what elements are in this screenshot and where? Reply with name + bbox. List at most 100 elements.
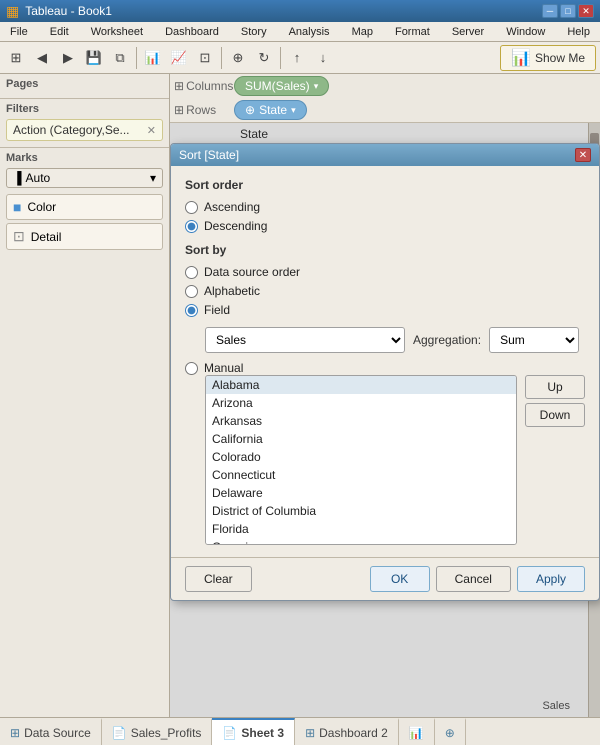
field-select[interactable]: Sales xyxy=(205,327,405,353)
marks-section: Marks ▐ Auto ▾ ■ Color ⊡ Detail xyxy=(0,148,169,257)
rows-pill[interactable]: ⊕ State ▾ xyxy=(234,100,307,120)
dialog-footer: Clear OK Cancel Apply xyxy=(171,557,599,600)
state-alabama[interactable]: Alabama xyxy=(206,376,516,394)
detail-mark-card[interactable]: ⊡ Detail xyxy=(6,223,163,250)
state-arizona[interactable]: Arizona xyxy=(206,394,516,412)
show-me-chart-icon: 📊 xyxy=(511,48,531,68)
field-radio[interactable] xyxy=(185,304,198,317)
bar-icon: ▐ xyxy=(13,171,22,185)
ascending-option[interactable]: Ascending xyxy=(185,200,585,214)
new-sheet-button[interactable]: ⊕ xyxy=(226,46,250,70)
state-florida[interactable]: Florida xyxy=(206,520,516,538)
marks-type-button[interactable]: ▐ Auto ▾ xyxy=(6,168,163,188)
maximize-button[interactable]: □ xyxy=(560,4,576,18)
refresh-button[interactable]: ↻ xyxy=(252,46,276,70)
state-district-of-columbia[interactable]: District of Columbia xyxy=(206,502,516,520)
data-source-icon: ⊞ xyxy=(10,726,20,740)
filter-item[interactable]: Action (Category,Se... ✕ xyxy=(6,119,163,141)
state-california[interactable]: California xyxy=(206,430,516,448)
menu-format[interactable]: Format xyxy=(389,24,436,40)
state-georgia[interactable]: Georgia xyxy=(206,538,516,545)
data-source-option[interactable]: Data source order xyxy=(185,265,585,279)
menu-edit[interactable]: Edit xyxy=(44,24,75,40)
detail-label: Detail xyxy=(31,230,62,244)
filters-title: Filters xyxy=(6,103,163,115)
state-colorado[interactable]: Colorado xyxy=(206,448,516,466)
forward-button[interactable]: ▶ xyxy=(56,46,80,70)
apply-button[interactable]: Apply xyxy=(517,566,585,592)
state-arkansas[interactable]: Arkansas xyxy=(206,412,516,430)
menu-window[interactable]: Window xyxy=(500,24,551,40)
state-delaware[interactable]: Delaware xyxy=(206,484,516,502)
menu-help[interactable]: Help xyxy=(561,24,596,40)
menu-dashboard[interactable]: Dashboard xyxy=(159,24,225,40)
descending-radio[interactable] xyxy=(185,220,198,233)
aggregation-label: Aggregation: xyxy=(413,333,481,347)
aggregation-select[interactable]: Sum Count Average Min Max xyxy=(489,327,579,353)
up-button[interactable]: Up xyxy=(525,375,585,399)
ascending-radio[interactable] xyxy=(185,201,198,214)
alphabetic-radio[interactable] xyxy=(185,285,198,298)
rows-label: ⊞ Rows xyxy=(174,103,234,117)
scatter-button[interactable]: ⊡ xyxy=(193,46,217,70)
add-sheet-icon: 📊 xyxy=(409,726,424,740)
dialog-close-button[interactable]: ✕ xyxy=(575,148,591,162)
menu-server[interactable]: Server xyxy=(446,24,490,40)
save-button[interactable]: 💾 xyxy=(82,46,106,70)
menu-worksheet[interactable]: Worksheet xyxy=(85,24,149,40)
sort-order-title: Sort order xyxy=(185,178,585,192)
app-title: Tableau - Book1 xyxy=(25,4,112,18)
main-layout: Pages Filters Action (Category,Se... ✕ M… xyxy=(0,74,600,717)
menu-file[interactable]: File xyxy=(4,24,34,40)
manual-option[interactable]: Manual xyxy=(185,361,585,375)
line-chart-button[interactable]: 📈 xyxy=(167,46,191,70)
down-button[interactable]: Down xyxy=(525,403,585,427)
state-listbox[interactable]: Alabama Arizona Arkansas California Colo… xyxy=(205,375,517,545)
ascending-label: Ascending xyxy=(204,200,260,214)
tab-dashboard2[interactable]: ⊞ Dashboard 2 xyxy=(295,718,399,745)
columns-pill[interactable]: SUM(Sales) ▾ xyxy=(234,76,329,96)
clear-button[interactable]: Clear xyxy=(185,566,252,592)
menu-story[interactable]: Story xyxy=(235,24,273,40)
cancel-button[interactable]: Cancel xyxy=(436,566,511,592)
filter-close-icon[interactable]: ✕ xyxy=(147,124,156,137)
tab-add-dashboard[interactable]: ⊕ xyxy=(435,718,466,745)
data-source-radio[interactable] xyxy=(185,266,198,279)
show-me-label: Show Me xyxy=(535,51,585,65)
menu-analysis[interactable]: Analysis xyxy=(283,24,336,40)
minimize-button[interactable]: ─ xyxy=(542,4,558,18)
menu-map[interactable]: Map xyxy=(346,24,379,40)
columns-label: ⊞ Columns xyxy=(174,79,234,93)
dialog-body: Sort order Ascending Descending xyxy=(171,166,599,557)
rows-pill-icon: ⊕ xyxy=(245,103,255,117)
tab-sheet3[interactable]: 📄 Sheet 3 xyxy=(212,718,295,745)
alphabetic-option[interactable]: Alphabetic xyxy=(185,284,585,298)
title-bar: ▦ Tableau - Book1 ─ □ ✕ xyxy=(0,0,600,22)
close-button[interactable]: ✕ xyxy=(578,4,594,18)
footer-left: Clear xyxy=(185,566,252,592)
duplicate-button[interactable]: ⧉ xyxy=(108,46,132,70)
manual-radio[interactable] xyxy=(185,362,198,375)
footer-right: OK Cancel Apply xyxy=(370,566,585,592)
up-down-buttons: Up Down xyxy=(525,375,585,427)
state-connecticut[interactable]: Connecticut xyxy=(206,466,516,484)
tab-add-sheet[interactable]: 📊 xyxy=(399,718,435,745)
sort-desc-button[interactable]: ↓ xyxy=(311,46,335,70)
columns-row: ⊞ Columns SUM(Sales) ▾ xyxy=(170,74,600,98)
ok-button[interactable]: OK xyxy=(370,566,430,592)
show-me-button[interactable]: 📊 Show Me xyxy=(500,45,596,71)
bar-chart-button[interactable]: 📊 xyxy=(141,46,165,70)
sort-by-group: Data source order Alphabetic Field xyxy=(185,265,585,317)
app-icon: ▦ xyxy=(6,3,19,20)
filter-text: Action (Category,Se... xyxy=(13,123,130,137)
tab-sheet3-label: Sheet 3 xyxy=(241,726,284,740)
tab-data-source-label: Data Source xyxy=(24,726,91,740)
field-option[interactable]: Field xyxy=(185,303,585,317)
color-mark-card[interactable]: ■ Color xyxy=(6,194,163,220)
descending-option[interactable]: Descending xyxy=(185,219,585,233)
back-button[interactable]: ◀ xyxy=(30,46,54,70)
sort-asc-button[interactable]: ↑ xyxy=(285,46,309,70)
grid-icon[interactable]: ⊞ xyxy=(4,46,28,70)
tab-data-source[interactable]: ⊞ Data Source xyxy=(0,718,102,745)
tab-sales-profits[interactable]: 📄 Sales_Profits xyxy=(102,718,213,745)
